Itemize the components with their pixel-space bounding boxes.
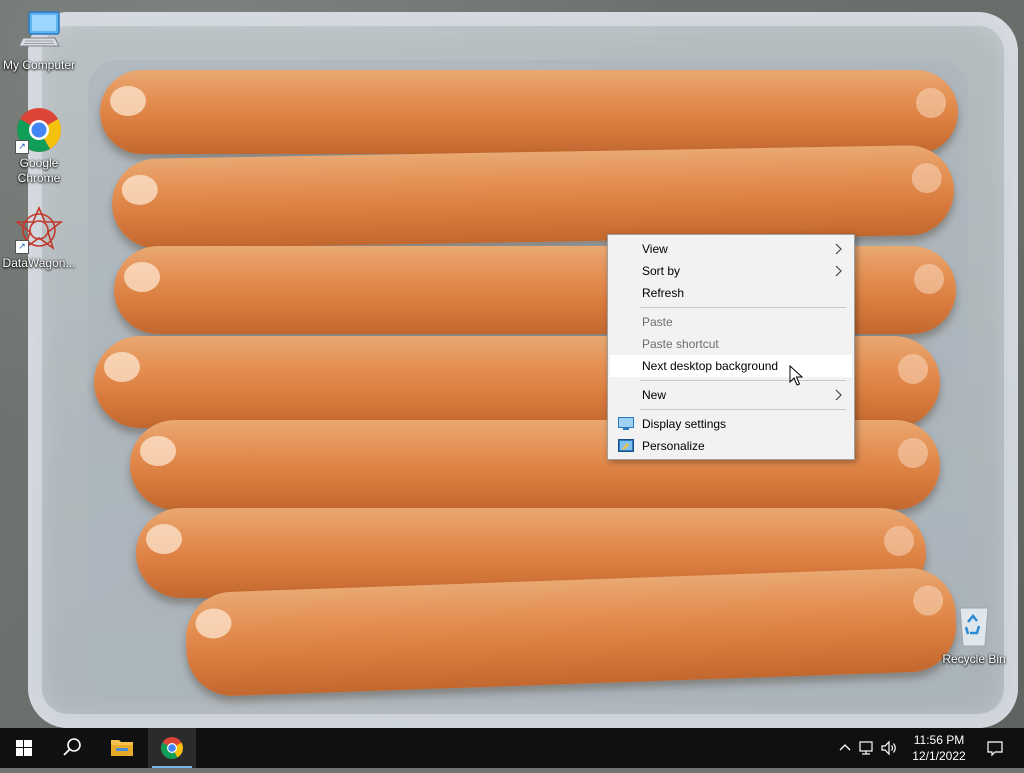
desktop-icon-label: Recycle Bin (942, 652, 1006, 666)
taskbar-google-chrome[interactable] (148, 728, 196, 768)
menu-item-label: Refresh (642, 286, 685, 300)
menu-item-label: Personalize (642, 439, 705, 453)
chrome-icon: ↗ (15, 106, 63, 154)
desktop-icon-label: My Computer (2, 58, 76, 72)
chevron-up-icon[interactable] (838, 740, 852, 756)
wallpaper-sausage (100, 70, 958, 154)
folder-icon (111, 740, 133, 756)
display-icon (618, 417, 634, 430)
desktop-icon-label: DataWagon... (2, 256, 76, 270)
start-button[interactable] (0, 728, 48, 768)
taskbar: 11:56 PM 12/1/2022 (0, 728, 1024, 768)
menu-item-display-settings[interactable]: Display settings (610, 413, 852, 435)
notification-icon[interactable] (986, 739, 1004, 757)
windows-logo-icon (16, 740, 32, 756)
clock-date: 12/1/2022 (912, 749, 966, 763)
taskbar-file-explorer[interactable] (98, 728, 146, 768)
menu-item-new[interactable]: New (610, 384, 852, 406)
desktop-context-menu: View Sort by Refresh Paste Paste shortcu… (607, 234, 855, 460)
menu-item-paste[interactable]: Paste (610, 311, 852, 333)
clock-time: 11:56 PM (913, 733, 965, 747)
menu-separator (640, 307, 846, 308)
menu-item-next-desktop-background[interactable]: Next desktop background (610, 355, 852, 377)
volume-icon[interactable] (880, 739, 898, 757)
menu-item-label: Sort by (642, 264, 681, 278)
desktop-icon-datawagon[interactable]: ↗ DataWagon... (1, 205, 77, 271)
menu-separator (640, 380, 846, 381)
search-button[interactable] (48, 728, 96, 768)
menu-item-label: Display settings (642, 417, 727, 431)
computer-icon (15, 8, 63, 56)
network-icon[interactable] (858, 739, 876, 757)
system-tray: 11:56 PM 12/1/2022 (824, 728, 1024, 768)
menu-item-paste-shortcut[interactable]: Paste shortcut (610, 333, 852, 355)
chrome-icon (161, 737, 183, 759)
taskbar-clock[interactable]: 11:56 PM 12/1/2022 (904, 732, 974, 764)
desktop-icon-recycle-bin[interactable]: Recycle Bin (936, 602, 1012, 667)
menu-item-refresh[interactable]: Refresh (610, 282, 852, 304)
menu-item-label: Next desktop background (642, 359, 779, 373)
datawagon-icon: ↗ (14, 205, 64, 254)
menu-item-personalize[interactable]: Personalize (610, 435, 852, 457)
menu-item-label: View (642, 242, 668, 256)
menu-item-label: New (642, 388, 667, 402)
desktop-icon-my-computer[interactable]: My Computer (1, 8, 77, 73)
chevron-right-icon (835, 389, 842, 401)
chevron-right-icon (835, 265, 842, 277)
search-icon (63, 738, 81, 756)
shortcut-arrow-icon: ↗ (15, 240, 29, 254)
desktop-icon-label: Google Chrome (17, 156, 61, 185)
personalize-icon (618, 439, 634, 452)
menu-item-label: Paste (642, 315, 673, 329)
shortcut-arrow-icon: ↗ (15, 140, 29, 154)
desktop-icon-google-chrome[interactable]: ↗ Google Chrome (1, 106, 77, 186)
menu-item-label: Paste shortcut (642, 337, 719, 351)
menu-item-sort-by[interactable]: Sort by (610, 260, 852, 282)
recycle-bin-icon (950, 602, 998, 650)
mouse-cursor-icon (789, 365, 803, 386)
chevron-right-icon (835, 243, 842, 255)
menu-item-view[interactable]: View (610, 238, 852, 260)
menu-separator (640, 409, 846, 410)
desktop-wallpaper[interactable] (0, 0, 1024, 728)
